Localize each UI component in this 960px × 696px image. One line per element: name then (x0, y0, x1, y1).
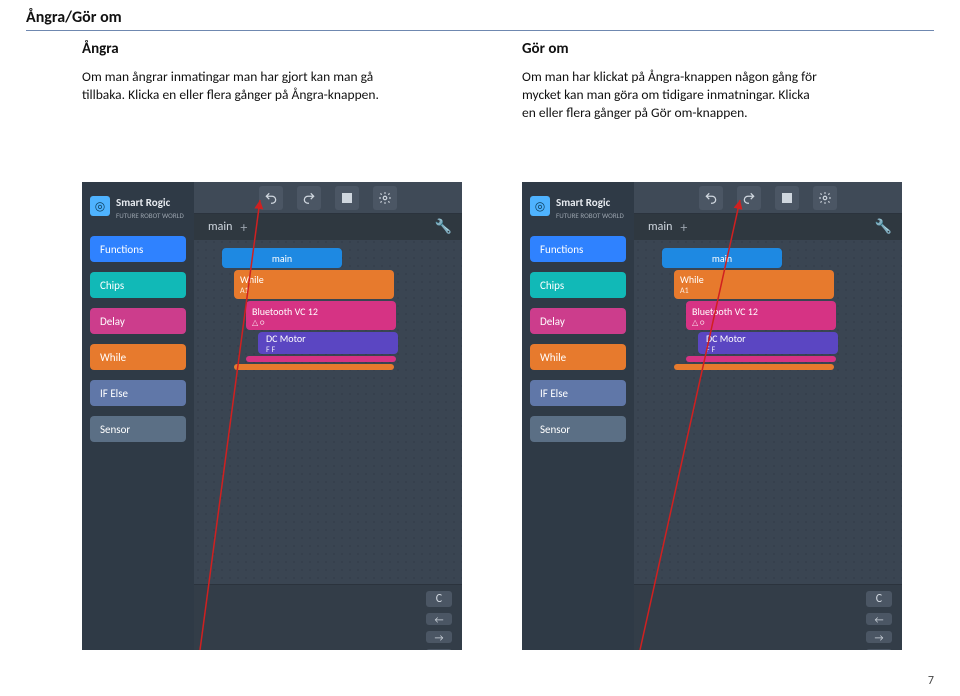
nav-fwd-icon[interactable]: → (866, 631, 892, 643)
settings-icon[interactable] (813, 186, 837, 210)
undo-icon[interactable] (259, 186, 283, 210)
trash-icon[interactable]: 🗑 (426, 649, 452, 650)
sidebar-item-chips[interactable]: Chips (530, 272, 626, 298)
tab-row: main + 🔧 (194, 214, 462, 240)
brand-logo-icon: ◎ (530, 196, 550, 216)
column-right: Gör om Om man har klickat på Ångra-knapp… (522, 40, 942, 123)
block-motor-sub: F F (266, 345, 390, 355)
sidebar-item-functions[interactable]: Functions (90, 236, 186, 262)
brand-subtitle: FUTURE ROBOT WORLD (556, 211, 624, 220)
block-bluetooth[interactable]: Bluetooth VC 12 △ ○ (686, 301, 836, 330)
sidebar-item-delay[interactable]: Delay (530, 308, 626, 334)
block-bluetooth[interactable]: Bluetooth VC 12 △ ○ (246, 301, 396, 330)
wrench-icon[interactable]: 🔧 (435, 218, 452, 235)
add-tab-icon[interactable]: + (680, 219, 687, 236)
sidebar-item-sensor[interactable]: Sensor (90, 416, 186, 442)
app-brand: ◎ Smart Rogic FUTURE ROBOT WORLD (522, 182, 634, 228)
section-title: Ångra/Gör om (26, 8, 122, 27)
block-bluetooth-sub: △ ○ (692, 318, 830, 328)
block-stack: main While A1 Bluetooth VC 12 △ ○ DC Mot… (222, 248, 398, 372)
redo-icon[interactable] (737, 186, 761, 210)
block-bluetooth-sub: △ ○ (252, 318, 390, 328)
app-brand: ◎ Smart Rogic FUTURE ROBOT WORLD (82, 182, 194, 228)
brand-subtitle: FUTURE ROBOT WORLD (116, 211, 184, 220)
sidebar-item-while[interactable]: While (90, 344, 186, 370)
sidebar-list: Functions Chips Delay While IF Else Sens… (82, 228, 194, 442)
nav-back-icon[interactable]: ← (426, 613, 452, 625)
sidebar-list: Functions Chips Delay While IF Else Sens… (522, 228, 634, 442)
block-while-end[interactable] (674, 364, 834, 370)
sidebar-item-ifelse[interactable]: IF Else (90, 380, 186, 406)
stop-icon[interactable] (335, 186, 359, 210)
tab-main[interactable]: main (648, 220, 672, 234)
block-motor[interactable]: DC Motor F F (258, 332, 398, 354)
body-redo: Om man har klickat på Ångra-knappen någo… (522, 68, 822, 123)
tab-main[interactable]: main (208, 220, 232, 234)
screenshot-left: ◎ Smart Rogic FUTURE ROBOT WORLD Functio… (82, 182, 462, 650)
clear-button[interactable]: C (426, 591, 452, 607)
trash-icon[interactable]: 🗑 (866, 649, 892, 650)
brand-main: Smart Rogic (116, 196, 170, 209)
block-stack: main While A1 Bluetooth VC 12 △ ○ DC Mot… (662, 248, 838, 372)
tab-row: main + 🔧 (634, 214, 902, 240)
app-bottombar: C ← → 🗑 (634, 584, 902, 650)
app-bottombar: C ← → 🗑 (194, 584, 462, 650)
block-while[interactable]: While A1 (674, 270, 834, 299)
app-canvas[interactable]: main + 🔧 main While A1 Bluetooth VC 12 △… (194, 214, 462, 584)
page-number: 7 (928, 674, 934, 688)
settings-icon[interactable] (373, 186, 397, 210)
app-canvas[interactable]: main + 🔧 main While A1 Bluetooth VC 12 △… (634, 214, 902, 584)
block-while-sub: A1 (240, 286, 388, 296)
screenshot-right: ◎ Smart Rogic FUTURE ROBOT WORLD Functio… (522, 182, 902, 650)
nav-back-icon[interactable]: ← (866, 613, 892, 625)
stop-icon[interactable] (775, 186, 799, 210)
app-topbar (194, 182, 462, 214)
sidebar-item-while[interactable]: While (530, 344, 626, 370)
clear-button[interactable]: C (866, 591, 892, 607)
nav-fwd-icon[interactable]: → (426, 631, 452, 643)
sidebar-item-chips[interactable]: Chips (90, 272, 186, 298)
horizontal-rule (26, 30, 934, 31)
sidebar-item-ifelse[interactable]: IF Else (530, 380, 626, 406)
block-while[interactable]: While A1 (234, 270, 394, 299)
block-motor-sub: F F (706, 345, 830, 355)
block-while-end[interactable] (234, 364, 394, 370)
brand-main: Smart Rogic (556, 196, 610, 209)
block-bluetooth-end[interactable] (686, 356, 836, 362)
app-sidebar: ◎ Smart Rogic FUTURE ROBOT WORLD Functio… (522, 182, 634, 650)
column-left: Ångra Om man ångrar inmatingar man har g… (82, 40, 502, 104)
app-sidebar: ◎ Smart Rogic FUTURE ROBOT WORLD Functio… (82, 182, 194, 650)
heading-redo: Gör om (522, 40, 942, 58)
app-topbar (634, 182, 902, 214)
body-undo: Om man ångrar inmatingar man har gjort k… (82, 68, 382, 104)
heading-undo: Ångra (82, 40, 502, 58)
block-while-sub: A1 (680, 286, 828, 296)
block-bluetooth-end[interactable] (246, 356, 396, 362)
undo-icon[interactable] (699, 186, 723, 210)
sidebar-item-sensor[interactable]: Sensor (530, 416, 626, 442)
block-main[interactable]: main (222, 248, 342, 268)
brand-logo-icon: ◎ (90, 196, 110, 216)
wrench-icon[interactable]: 🔧 (875, 218, 892, 235)
redo-icon[interactable] (297, 186, 321, 210)
block-main[interactable]: main (662, 248, 782, 268)
block-motor[interactable]: DC Motor F F (698, 332, 838, 354)
sidebar-item-delay[interactable]: Delay (90, 308, 186, 334)
add-tab-icon[interactable]: + (240, 219, 247, 236)
sidebar-item-functions[interactable]: Functions (530, 236, 626, 262)
